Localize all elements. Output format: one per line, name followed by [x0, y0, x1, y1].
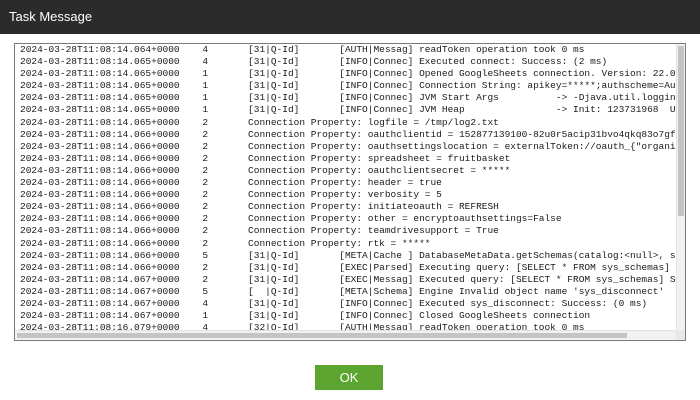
- log-line: 2024-03-28T11:08:14.066+0000 2 Connectio…: [20, 237, 431, 249]
- log-line: 2024-03-28T11:08:14.066+0000 2 [31|Q-Id]…: [20, 261, 670, 273]
- log-line: 2024-03-28T11:08:14.065+0000 1 [31|Q-Id]…: [20, 92, 676, 104]
- ok-button[interactable]: OK: [315, 365, 383, 390]
- log-line: 2024-03-28T11:08:14.066+0000 2 Connectio…: [20, 164, 511, 176]
- log-line: 2024-03-28T11:08:14.066+0000 2 Connectio…: [20, 177, 442, 189]
- log-line: 2024-03-28T11:08:14.066+0000 2 Connectio…: [20, 225, 499, 237]
- log-output-box[interactable]: 2024-03-28T11:08:14.064+0000 4 [31|Q-Id]…: [14, 43, 686, 341]
- horizontal-scrollbar-thumb[interactable]: [17, 333, 627, 338]
- log-line: 2024-03-28T11:08:14.067+0000 1 [31|Q-Id]…: [20, 310, 591, 322]
- log-lines: 2024-03-28T11:08:14.064+0000 4 [31|Q-Id]…: [20, 44, 677, 330]
- log-line: 2024-03-28T11:08:14.066+0000 2 Connectio…: [20, 213, 562, 225]
- log-line: 2024-03-28T11:08:14.065+0000 2 Connectio…: [20, 116, 499, 128]
- log-line: 2024-03-28T11:08:14.066+0000 2 Connectio…: [20, 140, 677, 152]
- vertical-scrollbar[interactable]: [676, 44, 685, 330]
- log-line: 2024-03-28T11:08:14.065+0000 4 [31|Q-Id]…: [20, 56, 608, 68]
- log-viewport: 2024-03-28T11:08:14.064+0000 4 [31|Q-Id]…: [15, 44, 677, 330]
- log-line: 2024-03-28T11:08:14.065+0000 1 [31|Q-Id]…: [20, 80, 677, 92]
- task-message-dialog: Task Message 2024-03-28T11:08:14.064+000…: [0, 0, 700, 400]
- scrollbar-corner: [676, 330, 685, 340]
- log-line: 2024-03-28T11:08:16.079+0000 4 [32|Q-Id]…: [20, 322, 585, 330]
- log-line: 2024-03-28T11:08:14.065+0000 1 [31|Q-Id]…: [20, 104, 676, 116]
- log-line: 2024-03-28T11:08:14.066+0000 5 [31|Q-Id]…: [20, 249, 677, 261]
- vertical-scrollbar-thumb[interactable]: [678, 46, 684, 216]
- log-line: 2024-03-28T11:08:14.067+0000 4 [31|Q-Id]…: [20, 297, 648, 309]
- log-line: 2024-03-28T11:08:14.066+0000 2 Connectio…: [20, 128, 677, 140]
- log-line: 2024-03-28T11:08:14.067+0000 5 [ |Q-Id] …: [20, 285, 665, 297]
- log-line: 2024-03-28T11:08:14.066+0000 2 Connectio…: [20, 189, 442, 201]
- log-line: 2024-03-28T11:08:14.066+0000 2 Connectio…: [20, 201, 499, 213]
- dialog-title: Task Message: [9, 9, 93, 24]
- dialog-titlebar: Task Message: [0, 0, 700, 34]
- horizontal-scrollbar[interactable]: [15, 330, 677, 340]
- log-line: 2024-03-28T11:08:14.065+0000 1 [31|Q-Id]…: [20, 68, 677, 80]
- log-line: 2024-03-28T11:08:14.066+0000 2 Connectio…: [20, 152, 511, 164]
- log-line: 2024-03-28T11:08:14.064+0000 4 [31|Q-Id]…: [20, 44, 585, 55]
- log-line: 2024-03-28T11:08:14.067+0000 2 [31|Q-Id]…: [20, 273, 677, 285]
